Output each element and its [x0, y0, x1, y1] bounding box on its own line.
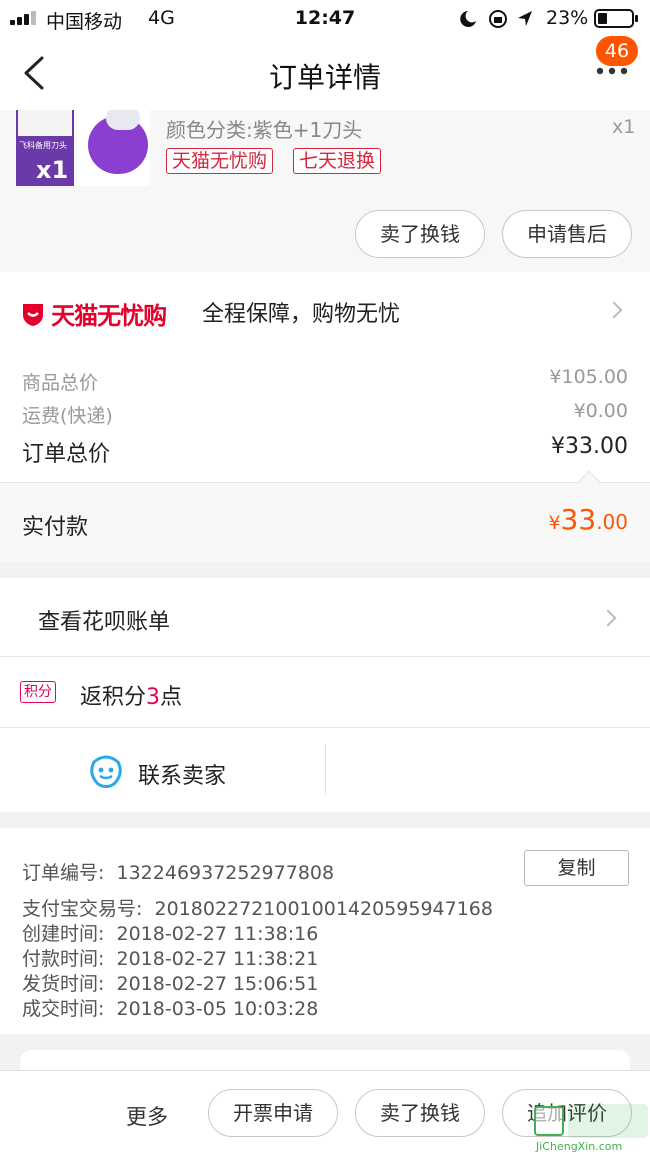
contact-seller-button[interactable]: 联系卖家: [138, 758, 226, 790]
contact-row: 联系卖家: [0, 728, 650, 812]
created-time: 创建时间: 2018-02-27 11:38:16: [22, 923, 319, 945]
sell-button[interactable]: 卖了换钱: [355, 210, 485, 258]
paid-label: 实付款: [22, 515, 89, 540]
moon-icon: [460, 11, 476, 27]
price-section: 天猫无忧购 全程保障，购物无忧 商品总价 ¥105.00 运费(快递) ¥0.0…: [0, 272, 650, 482]
shield-icon: [23, 303, 43, 326]
page-title: 订单详情: [268, 61, 381, 94]
huabei-row[interactable]: 查看花呗账单: [0, 578, 650, 656]
more-icon[interactable]: [596, 66, 628, 76]
points-row: 积分 返积分3点: [0, 657, 650, 727]
shipping-value: ¥0.00: [573, 400, 628, 422]
shipped-time: 发货时间: 2018-02-27 15:06:51: [22, 973, 319, 995]
tag-tmall-worry-free: 天猫无忧购: [166, 148, 274, 174]
battery-percent: 23%: [546, 7, 589, 29]
paid-time: 付款时间: 2018-02-27 11:38:21: [22, 948, 319, 970]
product-sku: 颜色分类:紫色+1刀头: [166, 118, 363, 142]
tmall-logo-text: 天猫无忧购: [51, 302, 167, 330]
thumb-caption: 飞科备用刀头: [19, 141, 67, 150]
location-icon: [518, 11, 532, 26]
product-section: 飞科备用刀头 x1 颜色分类:紫色+1刀头 x1 天猫无忧购 七天退换 卖了换钱…: [0, 110, 650, 272]
order-number: 订单编号: 132246937252977808: [22, 862, 335, 884]
paid-amount: ¥33.00: [548, 503, 628, 536]
tag-seven-day-return: 七天退换: [293, 148, 382, 174]
battery-icon: [594, 9, 638, 28]
closed-time: 成交时间: 2018-03-05 10:03:28: [22, 998, 319, 1020]
shipping-label: 运费(快递): [22, 405, 113, 427]
wangwang-icon[interactable]: [88, 754, 124, 788]
tmall-guarantee-logo: 天猫无忧购: [20, 296, 167, 331]
invoice-button[interactable]: 开票申请: [208, 1089, 338, 1137]
after-sale-button[interactable]: 申请售后: [502, 210, 632, 258]
thumb-count: x1: [36, 156, 69, 184]
nav-bar: 订单详情 46: [0, 36, 650, 110]
goods-total-value: ¥105.00: [549, 366, 628, 388]
order-total-label: 订单总价: [22, 442, 111, 467]
alipay-trade-number: 支付宝交易号: 2018022721001001420595947168: [22, 898, 493, 920]
chevron-right-icon: [599, 609, 617, 627]
huabei-label[interactable]: 查看花呗账单: [38, 604, 170, 636]
order-total-value: ¥33.00: [551, 434, 628, 459]
product-thumbnail[interactable]: 飞科备用刀头 x1: [16, 110, 150, 186]
message-badge: 46: [596, 36, 638, 66]
points-tag: 积分: [20, 681, 56, 703]
chevron-right-icon: [605, 301, 623, 319]
watermark-site: JiChengXin.com: [536, 1140, 623, 1153]
watermark-logo: JiChengXin.com: [532, 1100, 650, 1156]
copy-button[interactable]: 复制: [524, 850, 629, 886]
guarantee-text[interactable]: 全程保障，购物无忧: [202, 296, 400, 328]
divider: [325, 744, 326, 794]
points-text: 返积分3点: [80, 685, 183, 710]
sell-button[interactable]: 卖了换钱: [355, 1089, 485, 1137]
paid-row: 实付款 ¥33.00: [0, 482, 650, 562]
more-button[interactable]: 更多: [126, 1101, 168, 1131]
goods-total-label: 商品总价: [22, 372, 99, 394]
product-qty: x1: [612, 116, 636, 138]
order-info-section: 订单编号: 132246937252977808 复制 支付宝交易号: 2018…: [0, 828, 650, 1034]
status-bar: 中国移动 4G 12:47 23%: [0, 0, 650, 36]
